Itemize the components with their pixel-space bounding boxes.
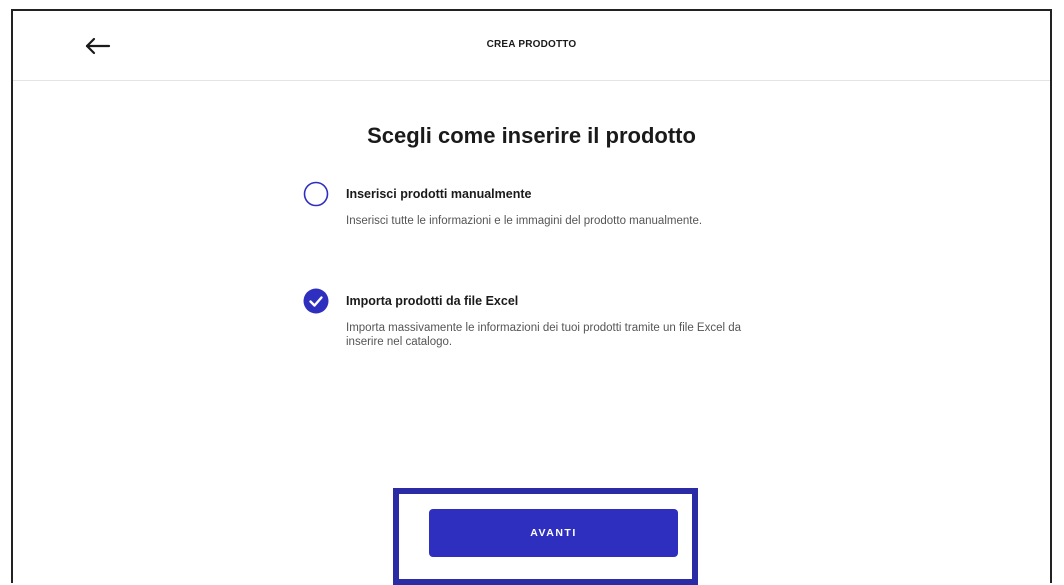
app-frame: CREA PRODOTTO Scegli come inserire il pr… bbox=[11, 9, 1052, 585]
radio-checked-icon[interactable] bbox=[303, 288, 329, 314]
top-bar: CREA PRODOTTO bbox=[13, 11, 1050, 81]
radio-unchecked-icon[interactable] bbox=[303, 181, 329, 207]
next-button[interactable]: AVANTI bbox=[429, 509, 678, 557]
page-title: CREA PRODOTTO bbox=[486, 39, 577, 50]
option-excel-description: Importa massivamente le informazioni dei… bbox=[346, 322, 742, 348]
section-heading: Scegli come inserire il prodotto bbox=[367, 123, 696, 148]
option-manual-description: Inserisci tutte le informazioni e le imm… bbox=[346, 215, 703, 227]
option-excel-title: Importa prodotti da file Excel bbox=[346, 294, 519, 308]
option-manual-title: Inserisci prodotti manualmente bbox=[346, 187, 532, 201]
